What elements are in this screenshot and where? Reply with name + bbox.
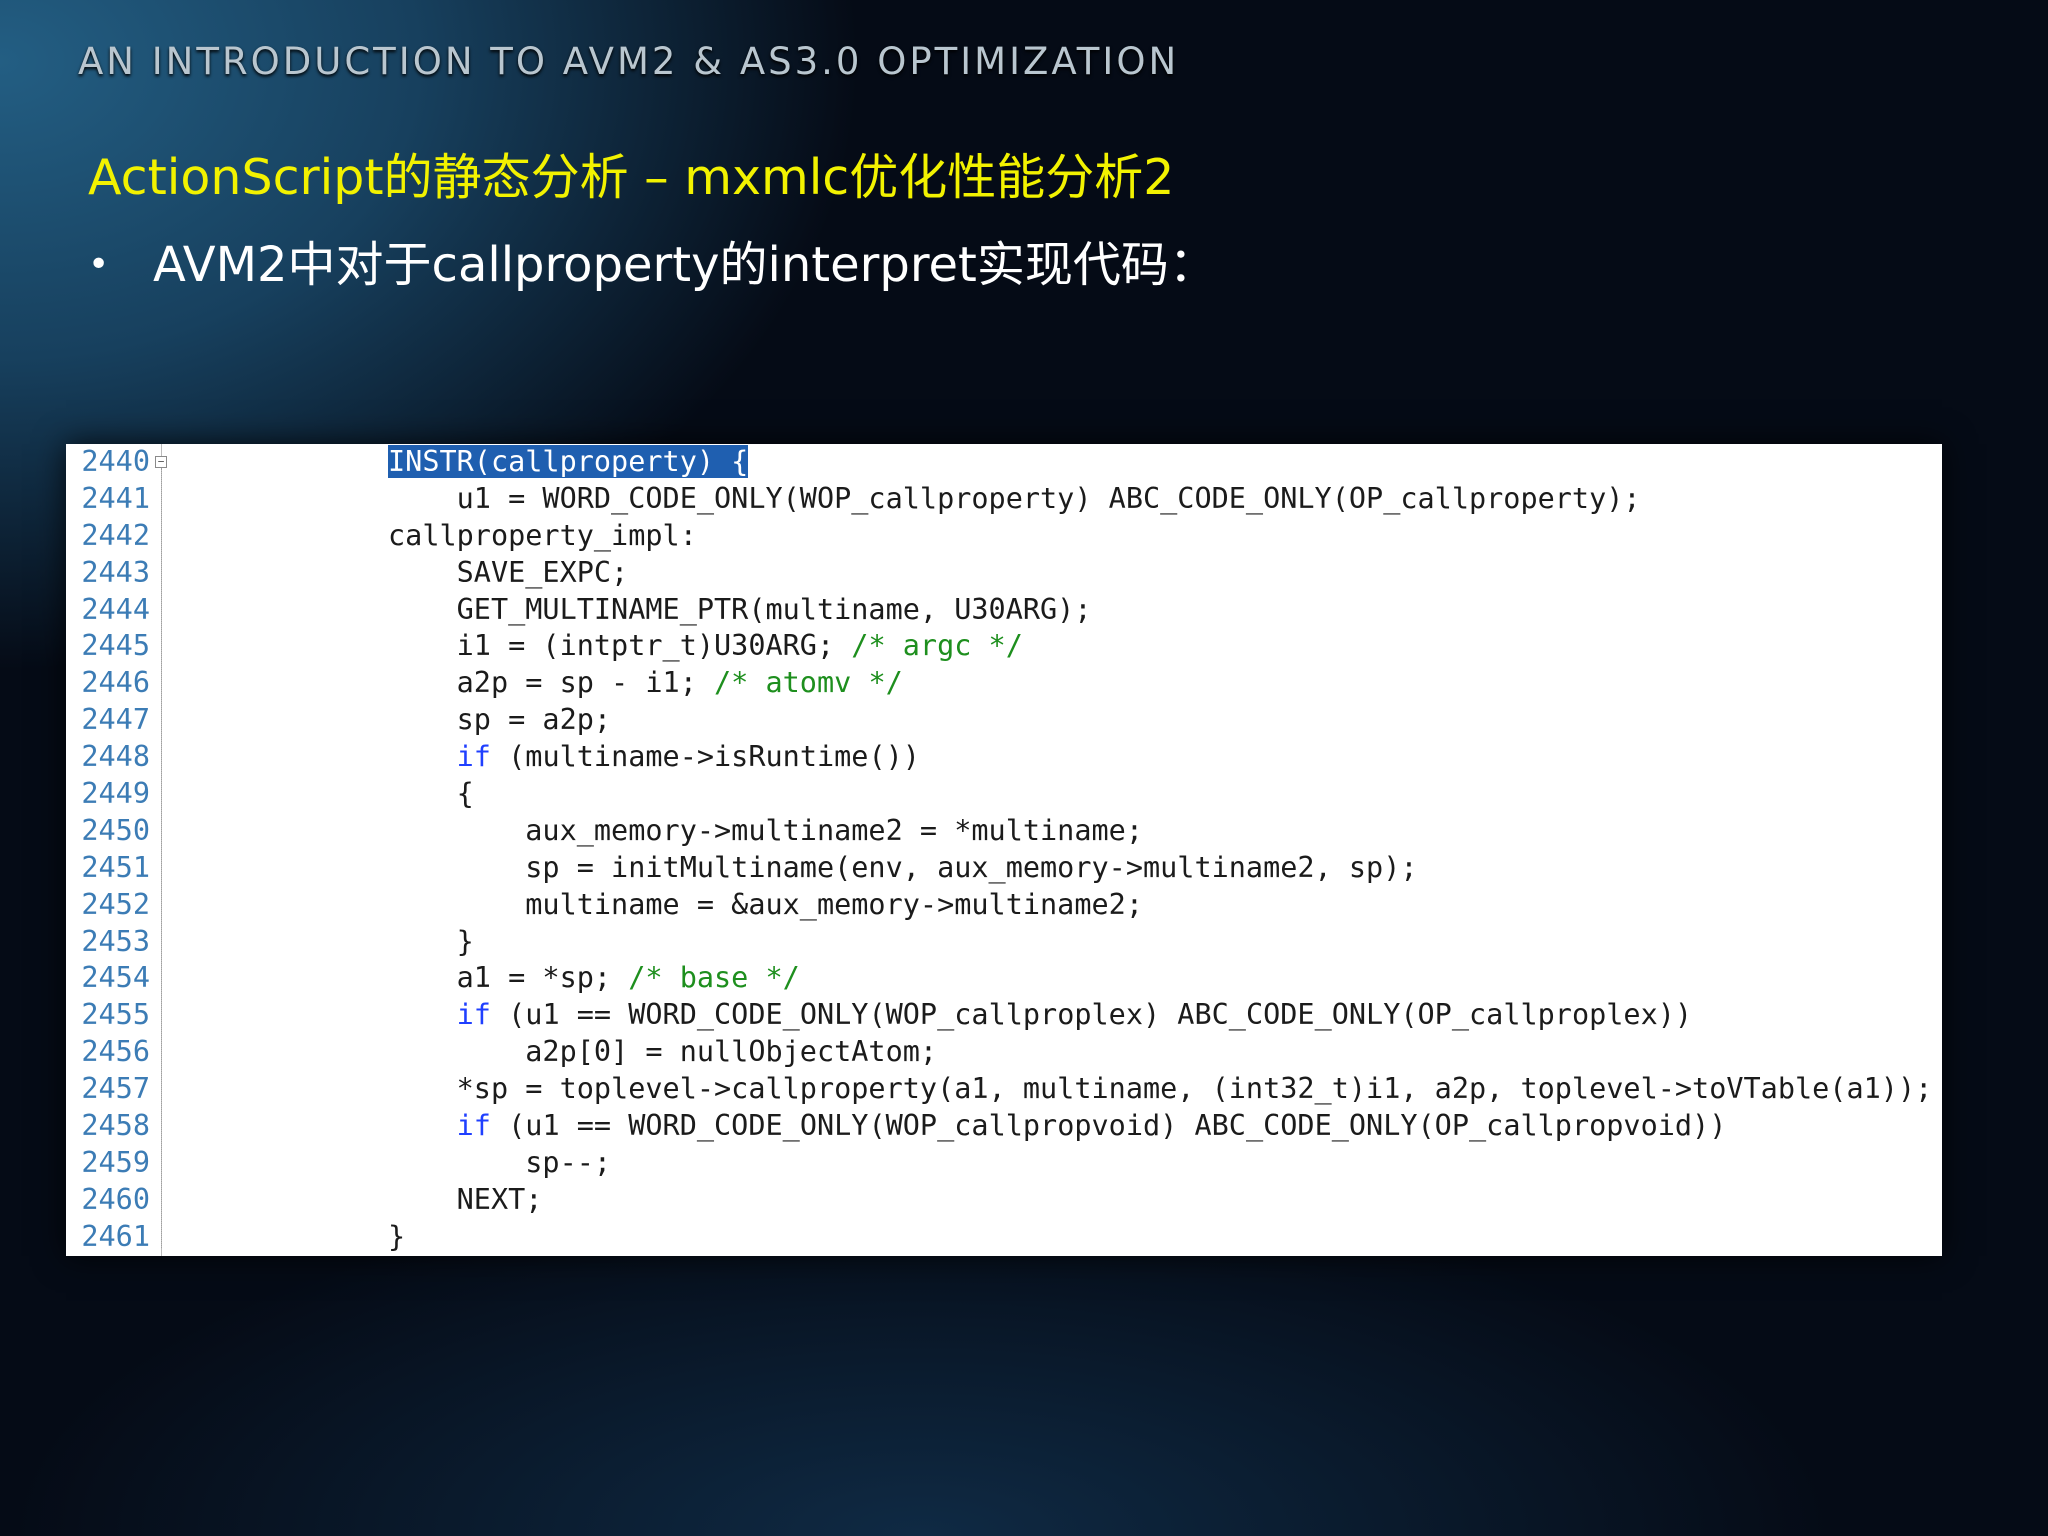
line-code: }: [388, 1219, 405, 1256]
code-token: callproperty_impl:: [388, 518, 697, 552]
code-token: a2p[0] = nullObjectAtom;: [388, 1035, 938, 1069]
line-code: if (u1 == WORD_CODE_ONLY(WOP_callpropvoi…: [388, 1108, 1727, 1145]
line-code: sp = initMultiname(env, aux_memory->mult…: [388, 850, 1418, 887]
line-code: a2p[0] = nullObjectAtom;: [388, 1034, 937, 1071]
code-token: (u1 == WORD_CODE_ONLY(WOP_callproplex) A…: [490, 998, 1693, 1032]
line-code: sp--;: [388, 1145, 611, 1182]
line-number: 2458: [81, 1109, 150, 1143]
line-number: 2459: [81, 1145, 150, 1179]
code-token: *sp = toplevel->callproperty(a1, multina…: [388, 1072, 1933, 1106]
line-number: 2444: [81, 592, 150, 626]
line-code: SAVE_EXPC;: [388, 555, 629, 592]
line-code: u1 = WORD_CODE_ONLY(WOP_callproperty) AB…: [388, 481, 1641, 518]
line-number: 2452: [81, 887, 150, 921]
fold-collapse-icon[interactable]: −: [155, 456, 167, 468]
keyword-token: if: [456, 740, 491, 774]
line-code: multiname = &aux_memory->multiname2;: [388, 887, 1143, 924]
line-code: aux_memory->multiname2 = *multiname;: [388, 813, 1143, 850]
line-code: {: [388, 776, 474, 813]
line-number: 2454: [81, 961, 150, 995]
line-code: sp = a2p;: [388, 702, 611, 739]
line-code: }: [388, 924, 474, 961]
line-number: 2442: [81, 518, 150, 552]
line-code: a2p = sp - i1; /* atomv */: [388, 665, 903, 702]
bullet-icon: •: [88, 244, 110, 285]
code-token: sp = initMultiname(env, aux_memory->mult…: [388, 850, 1418, 884]
code-token: i1 = (intptr_t)U30ARG;: [388, 629, 852, 663]
comment-token: /* atomv */: [714, 666, 903, 700]
line-number: 2461: [81, 1219, 150, 1253]
line-number: 2450: [81, 813, 150, 847]
line-number: 2456: [81, 1035, 150, 1069]
code-token: (u1 == WORD_CODE_ONLY(WOP_callpropvoid) …: [490, 1109, 1727, 1143]
code-token: u1 = WORD_CODE_ONLY(WOP_callproperty) AB…: [388, 481, 1641, 515]
comment-token: /* base */: [628, 961, 800, 995]
line-number: 2446: [81, 666, 150, 700]
keyword-token: if: [456, 998, 491, 1032]
comment-token: /* argc */: [851, 629, 1023, 663]
code-token: }: [388, 1219, 406, 1253]
line-code: INSTR(callproperty) {: [388, 444, 749, 481]
code-token: }: [388, 924, 474, 958]
deck-title: AN INTRODUCTION TO AVM2 & AS3.0 OPTIMIZA…: [78, 40, 1180, 83]
line-code: i1 = (intptr_t)U30ARG; /* argc */: [388, 628, 1023, 665]
code-token: SAVE_EXPC;: [388, 555, 629, 589]
line-number: 2445: [81, 629, 150, 663]
slide-heading: ActionScript的静态分析 – mxmlc优化性能分析2: [88, 149, 1175, 206]
line-code: GET_MULTINAME_PTR(multiname, U30ARG);: [388, 592, 1092, 629]
line-number: 2441: [81, 481, 150, 515]
code-token: {: [388, 777, 474, 811]
line-code: a1 = *sp; /* base */: [388, 960, 800, 997]
line-number: 2449: [81, 777, 150, 811]
line-number: 2440: [81, 445, 150, 478]
code-token: a2p = sp - i1;: [388, 666, 715, 700]
line-code: if (multiname->isRuntime()): [388, 739, 920, 776]
code-token: NEXT;: [388, 1182, 543, 1216]
code-token: sp = a2p;: [388, 703, 612, 737]
line-number: 2448: [81, 740, 150, 774]
fold-guide-line: [161, 468, 163, 1248]
line-code: callproperty_impl:: [388, 518, 697, 555]
line-number: 2451: [81, 850, 150, 884]
line-code: NEXT;: [388, 1182, 543, 1219]
code-token: aux_memory->multiname2 = *multiname;: [388, 813, 1143, 847]
code-token: multiname = &aux_memory->multiname2;: [388, 887, 1143, 921]
line-number: 2453: [81, 924, 150, 958]
line-number: 2447: [81, 703, 150, 737]
code-token: (multiname->isRuntime()): [490, 740, 920, 774]
line-number: 2460: [81, 1182, 150, 1216]
code-editor-panel[interactable]: − 2440 INSTR(callproperty) { 2441 u1 = WOR…: [66, 444, 1942, 1256]
code-token: sp--;: [388, 1145, 612, 1179]
line-number: 2455: [81, 998, 150, 1032]
keyword-token: if: [456, 1109, 491, 1143]
line-code: *sp = toplevel->callproperty(a1, multina…: [388, 1071, 1933, 1108]
code-token: GET_MULTINAME_PTR(multiname, U30ARG);: [388, 592, 1092, 626]
line-code: if (u1 == WORD_CODE_ONLY(WOP_callproplex…: [388, 997, 1692, 1034]
selected-text: INSTR(callproperty) {: [388, 445, 749, 478]
code-token: a1 = *sp;: [388, 961, 629, 995]
line-number: 2457: [81, 1072, 150, 1106]
line-number: 2443: [81, 555, 150, 589]
bullet-item: • AVM2中对于callproperty的interpret实现代码：: [88, 234, 1217, 296]
bullet-text: AVM2中对于callproperty的interpret实现代码：: [153, 237, 1217, 293]
